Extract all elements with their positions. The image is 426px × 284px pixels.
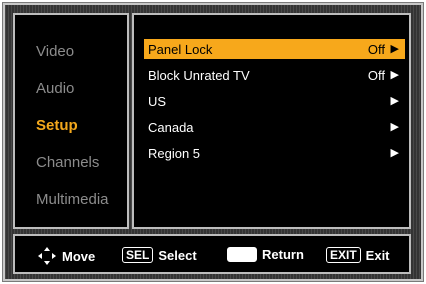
- chevron-right-icon: ▶: [390, 95, 399, 107]
- exit-key-icon: EXIT: [326, 247, 361, 263]
- chevron-right-icon: ▶: [390, 69, 399, 81]
- four-way-arrows-icon: [38, 247, 56, 265]
- menu-item-us[interactable]: US ▶: [144, 91, 405, 111]
- sidebar-item-setup[interactable]: Setup: [36, 117, 78, 134]
- help-bar: Move SEL Select Return EXIT Exit: [13, 234, 411, 274]
- help-move: Move: [38, 247, 95, 265]
- sidebar-item-video[interactable]: Video: [36, 43, 74, 60]
- menu-item-value: Off: [367, 42, 385, 57]
- osd-frame: Video Audio Setup Channels Multimedia Pa…: [3, 3, 423, 281]
- menu-item-label: Block Unrated TV: [148, 68, 250, 83]
- sidebar-item-audio[interactable]: Audio: [36, 80, 74, 97]
- sel-key-icon: SEL: [122, 247, 154, 263]
- menu-item-value: Off: [367, 68, 385, 83]
- category-sidebar: Video Audio Setup Channels Multimedia: [13, 13, 129, 229]
- help-return: Return: [227, 247, 304, 262]
- setup-menu: Panel Lock Off ▶ Block Unrated TV Off ▶ …: [132, 13, 411, 229]
- menu-item-label: Canada: [148, 120, 194, 135]
- move-label: Move: [62, 248, 96, 264]
- chevron-right-icon: ▶: [390, 121, 399, 133]
- sidebar-item-multimedia[interactable]: Multimedia: [36, 191, 109, 208]
- chevron-right-icon: ▶: [390, 147, 399, 159]
- return-key-icon: [227, 247, 257, 262]
- help-select: SEL Select: [122, 247, 197, 263]
- menu-item-region-5[interactable]: Region 5 ▶: [144, 143, 405, 163]
- chevron-right-icon: ▶: [390, 43, 399, 55]
- return-label: Return: [262, 247, 304, 262]
- menu-item-label: Region 5: [148, 146, 201, 161]
- menu-item-block-unrated-tv[interactable]: Block Unrated TV Off ▶: [144, 65, 405, 85]
- exit-label: Exit: [365, 247, 390, 263]
- select-label: Select: [158, 247, 197, 263]
- menu-item-label: US: [148, 94, 167, 109]
- sidebar-item-channels[interactable]: Channels: [36, 154, 99, 171]
- menu-item-canada[interactable]: Canada ▶: [144, 117, 405, 137]
- help-exit: EXIT Exit: [326, 247, 390, 263]
- menu-item-panel-lock[interactable]: Panel Lock Off ▶: [144, 39, 405, 59]
- menu-item-label: Panel Lock: [148, 42, 213, 57]
